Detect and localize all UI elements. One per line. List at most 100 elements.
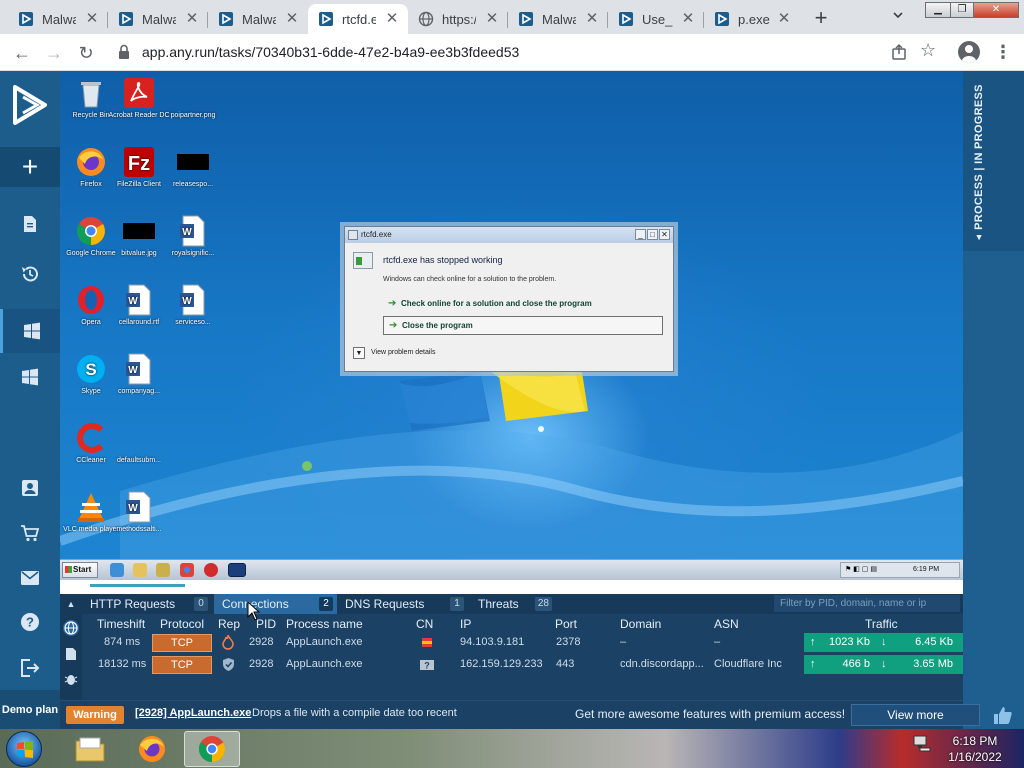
check-online-button[interactable]: ➔ Check online for a solution and close … [383,295,663,314]
word-document-icon[interactable]: W serviceso... [162,284,224,327]
table-row[interactable]: 874 ms TCP 2928 AppLaunch.exe 94.103.9.1… [82,632,963,654]
tab-title: rtcfd.e [342,11,376,27]
help-icon[interactable]: ? [0,602,60,642]
browser-tab[interactable]: p.exe ✕ [704,4,800,34]
reload-icon[interactable]: ↻ [74,41,98,65]
browser-tab[interactable]: Malwa ✕ [508,4,608,34]
blank-file-icon[interactable]: defaultsubm... [108,422,170,465]
browser-tab-active[interactable]: rtcfd.e ✕ [308,4,408,34]
filezilla-icon[interactable]: Fz FileZilla Client [108,146,170,189]
word-document-icon[interactable]: W cellaround.rtf [108,284,170,327]
close-tab-icon[interactable]: ✕ [680,11,696,27]
close-window-button[interactable]: ✕ [973,2,1019,18]
firefox-icon[interactable] [124,731,180,767]
desktop-icon-label: Acrobat Reader DC [108,112,170,119]
desktop-icon-label: poipartner.png [170,112,216,119]
cell-timeshift: 874 ms [104,636,141,648]
new-tab-button[interactable]: + [809,7,833,31]
windows-start-button[interactable] [6,731,42,767]
tab-threats[interactable]: Threats 28 [470,594,556,614]
image-file-icon[interactable]: poipartner.png [162,77,224,120]
vm-desktop[interactable]: Recycle Bin Firefox Google Chrome Opera … [60,71,963,580]
close-icon[interactable]: ✕ [659,229,670,240]
minimize-window-button[interactable]: ▁ [925,2,951,18]
image-file-icon[interactable]: bitvalue.jpg [108,215,170,258]
thumbs-up-icon[interactable] [992,704,1014,726]
tab-dns-requests[interactable]: DNS Requests 1 [337,594,468,614]
anyrun-logo-icon[interactable] [0,77,60,133]
close-tab-icon[interactable]: ✕ [484,11,500,27]
windows-task-icon[interactable] [0,357,60,397]
tab-connections[interactable]: Connections 2 [214,594,337,614]
demo-plan-label[interactable]: Demo plan [0,690,60,730]
network-globe-icon[interactable] [63,620,79,636]
new-task-button[interactable]: + [0,147,60,187]
restore-window-button[interactable]: ❐ [950,2,974,18]
folder-icon[interactable] [133,563,147,577]
user-profile-icon[interactable] [0,468,60,508]
word-document-icon[interactable]: W royalsignific... [162,215,224,258]
opera-icon[interactable] [204,563,218,577]
vm-start-button[interactable]: Start [62,562,98,578]
image-file-icon[interactable]: releasespo... [162,146,224,189]
warning-process-link[interactable]: [2928] AppLaunch.exe [135,707,251,719]
browser-tab[interactable]: Malwa ✕ [8,4,108,34]
arrow-up-icon: ↑ [810,658,816,670]
cart-icon[interactable] [0,513,60,553]
tab-http-requests[interactable]: HTTP Requests 0 [82,594,212,614]
reports-icon[interactable] [0,204,60,244]
close-program-button[interactable]: ➔ Close the program [383,316,663,335]
app-icon[interactable] [228,563,246,577]
close-tab-icon[interactable]: ✕ [184,11,200,27]
minimize-icon[interactable]: _ [635,229,646,240]
file-explorer-icon[interactable] [62,731,118,767]
browser-tab[interactable]: Malwa ✕ [108,4,208,34]
triangle-icon: ▲ [974,229,984,243]
browser-tab[interactable]: https:/ ✕ [408,4,508,34]
close-tab-icon[interactable]: ✕ [584,11,600,27]
browser-tab[interactable]: Use_ ✕ [608,4,704,34]
ie-icon[interactable] [110,563,124,577]
profile-avatar-icon[interactable] [958,41,980,63]
bug-icon[interactable] [63,671,79,687]
close-tab-icon[interactable]: ✕ [776,11,792,27]
word-document-icon[interactable]: W companyag... [108,353,170,396]
dialog-title-bar[interactable]: rtcfd.exe _ □ ✕ [345,227,673,243]
close-tab-icon[interactable]: ✕ [84,11,100,27]
file-icon[interactable] [63,646,79,662]
close-tab-icon[interactable]: ✕ [284,11,300,27]
filter-input[interactable] [774,595,960,612]
bookmark-star-icon[interactable]: ☆ [920,40,936,61]
process-status[interactable]: ▲ PROCESS | IN PROGRESS [963,71,1024,251]
shield-icon [222,657,235,675]
logout-icon[interactable] [0,648,60,688]
network-tray-icon[interactable] [912,733,932,753]
word-document-icon[interactable]: W methodssalti... [108,491,170,534]
chrome-icon[interactable] [184,731,240,767]
desktop-icon-label: bitvalue.jpg [121,250,157,257]
forward-arrow-icon[interactable]: → [42,41,66,65]
acrobat-icon[interactable]: Acrobat Reader DC [108,77,170,120]
view-more-button[interactable]: View more [851,704,980,726]
table-row[interactable]: 18132 ms TCP 2928 AppLaunch.exe ? 162.15… [82,654,963,676]
history-icon[interactable] [0,254,60,294]
dialog-heading: rtcfd.exe has stopped working [383,255,503,265]
tab-title: Use_ [642,11,673,27]
address-bar[interactable]: app.any.run/tasks/70340b31-6dde-47e2-b4a… [108,38,953,66]
collapse-up-icon[interactable]: ▲ [60,594,82,614]
mail-icon[interactable] [0,558,60,598]
maximize-icon[interactable]: □ [647,229,658,240]
chrome-icon[interactable] [180,563,194,577]
browser-tab[interactable]: Malwa ✕ [208,4,308,34]
chevron-down-icon[interactable] [888,8,908,28]
browser-tab-strip: Malwa ✕ Malwa ✕ Malwa ✕ rtcfd.e ✕ https:… [0,0,1024,34]
close-tab-icon[interactable]: ✕ [384,11,400,27]
tab-title: Malwa [542,11,576,27]
view-details-button[interactable]: ▼ View problem details [353,347,435,359]
back-arrow-icon[interactable]: ← [10,41,34,65]
media-icon[interactable] [156,563,170,577]
arrow-up-icon: ↑ [810,636,816,648]
windows-task-icon[interactable] [0,309,60,353]
more-menu-icon[interactable]: ⋮ [994,41,1012,63]
share-icon[interactable] [890,43,908,61]
